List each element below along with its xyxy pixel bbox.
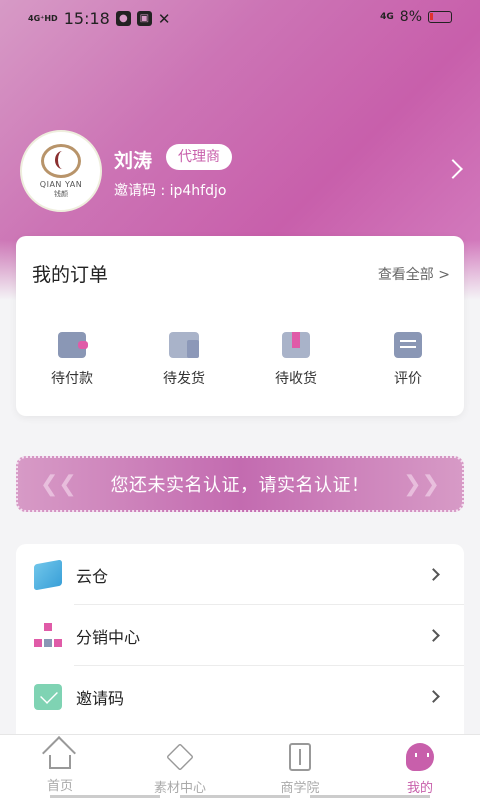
network-icon: 4G: [380, 12, 394, 22]
order-item-review[interactable]: 评价: [352, 332, 464, 388]
comment-icon: [394, 332, 422, 358]
order-card: 我的订单 查看全部 > 待付款 待发货 待收货 评价: [16, 236, 464, 416]
invite-code-value: ip4hfdjo: [169, 183, 227, 199]
brand-logo-icon: [41, 143, 81, 178]
home-indicator: [50, 795, 430, 798]
truck-icon: [169, 332, 199, 358]
layers-icon: [166, 743, 194, 771]
tab-materials[interactable]: 素材中心: [120, 735, 240, 800]
invite-code-label: 邀请码 :: [114, 183, 166, 199]
menu-item-invite-code[interactable]: 邀请码: [16, 666, 464, 727]
chevron-right-icon: [427, 568, 440, 581]
order-item-pending-payment[interactable]: 待付款: [16, 332, 128, 388]
double-chevron-right-icon: ❯❯: [403, 472, 440, 497]
double-chevron-left-icon: ❮❮: [40, 472, 77, 497]
invite-icon: [34, 683, 62, 710]
image-icon: ▣: [136, 11, 152, 26]
verify-identity-banner[interactable]: ❮❮ 您还未实名认证，请实名认证！ ❯❯: [16, 456, 464, 512]
tab-profile[interactable]: 我的: [360, 735, 480, 800]
battery-icon: [428, 11, 452, 23]
status-bar: 4G⁺HD 15:18 ● ▣ ✕ 4G 8%: [0, 0, 480, 36]
invite-code-line: 邀请码 : ip4hfdjo: [114, 180, 226, 200]
menu-item-distribution-center[interactable]: 分销中心: [16, 605, 464, 666]
chevron-right-icon: [427, 629, 440, 642]
user-name: 刘涛: [114, 150, 153, 172]
profile-icon: [406, 743, 434, 771]
bottom-tab-bar: 首页 素材中心 商学院 我的: [0, 734, 480, 800]
notification-icon: ●: [115, 11, 131, 26]
chevron-right-icon: [427, 690, 440, 703]
avatar[interactable]: QIAN YAN 钱颜: [20, 130, 102, 212]
verify-banner-text: 您还未实名认证，请实名认证！: [110, 475, 370, 496]
view-all-orders-link[interactable]: 查看全部 >: [378, 264, 450, 284]
signal-icon: 4G⁺HD: [28, 13, 58, 23]
battery-percent: 8%: [399, 9, 422, 25]
tab-home[interactable]: 首页: [0, 735, 120, 800]
distribution-icon: [34, 622, 62, 649]
tab-business-school[interactable]: 商学院: [240, 735, 360, 800]
package-icon: [282, 332, 310, 358]
clock: 15:18: [63, 9, 110, 28]
order-item-pending-receipt[interactable]: 待收货: [240, 332, 352, 388]
wallet-icon: [58, 332, 88, 358]
tools-icon: ✕: [157, 9, 171, 28]
menu-item-cloud-warehouse[interactable]: 云仓: [16, 544, 464, 605]
cloud-warehouse-icon: [34, 559, 62, 590]
order-item-pending-shipment[interactable]: 待发货: [128, 332, 240, 388]
menu-list: 云仓 分销中心 邀请码: [16, 544, 464, 744]
book-icon: [289, 743, 311, 771]
role-badge: 代理商: [166, 144, 232, 170]
home-icon: [49, 755, 71, 769]
order-title: 我的订单: [32, 264, 109, 286]
